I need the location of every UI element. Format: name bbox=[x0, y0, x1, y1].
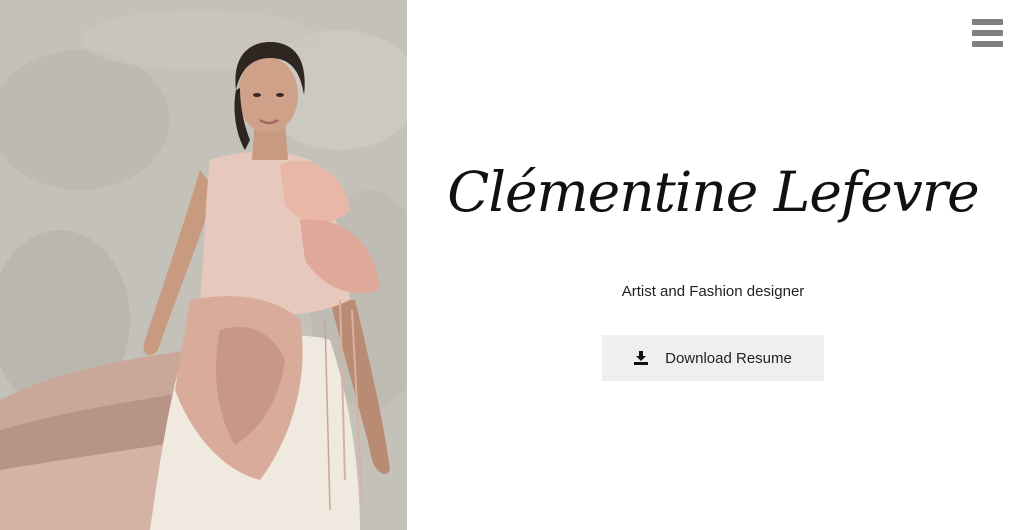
artist-subtitle: Artist and Fashion designer bbox=[621, 283, 805, 300]
download-resume-button[interactable]: Download Resume bbox=[602, 335, 824, 381]
download-icon bbox=[634, 351, 649, 365]
artist-name: Clémentine Lefevre bbox=[447, 160, 979, 224]
intro-panel: Clémentine Lefevre Artist and Fashion de… bbox=[407, 0, 1012, 530]
page: Clémentine Lefevre Artist and Fashion de… bbox=[0, 0, 1012, 530]
menu-bar-bottom bbox=[972, 41, 1003, 47]
hero-photo bbox=[0, 0, 407, 530]
menu-bar-middle bbox=[972, 30, 1003, 36]
hamburger-menu-icon[interactable] bbox=[972, 19, 1003, 47]
menu-bar-top bbox=[972, 19, 1003, 25]
hero-photo-illustration bbox=[0, 0, 407, 530]
download-resume-label: Download Resume bbox=[665, 349, 792, 367]
